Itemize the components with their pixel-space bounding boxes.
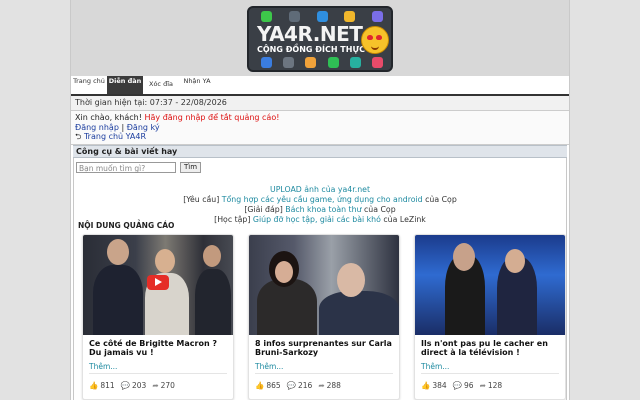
app-grid-icon	[261, 11, 272, 22]
ad-cards: Ce côté de Brigitte Macron ? Du jamais v…	[82, 233, 566, 400]
ad-card[interactable]: 8 infos surprenantes sur Carla Bruni-Sar…	[248, 233, 400, 400]
music-icon	[261, 57, 272, 68]
ad-stats: 👍 865 💬 216 ➦ 288	[255, 380, 341, 390]
nav-item-home[interactable]: Trang chủ	[71, 76, 107, 94]
ad-stats: 👍 384 💬 96 ➦ 128	[421, 380, 503, 390]
nav-item-xoc-dia[interactable]: Xóc đĩa	[143, 76, 179, 94]
phone-icon	[327, 57, 339, 68]
home-arrow-icon: ⮌	[75, 132, 82, 141]
ad-card[interactable]: Ce côté de Brigitte Macron ? Du jamais v…	[82, 233, 234, 400]
login-link[interactable]: Đăng nhập	[75, 123, 119, 132]
like-icon: 👍	[89, 380, 99, 390]
share-icon	[349, 57, 361, 68]
ad-title[interactable]: Ils n'ont pas pu le cacher en direct à l…	[421, 339, 559, 357]
ad-title[interactable]: Ce côté de Brigitte Macron ? Du jamais v…	[89, 339, 227, 357]
main-nav: Trang chủ Diễn đàn Xóc đĩa Nhận YA	[71, 76, 569, 96]
current-time: Thời gian hiện tại: 07:37 - 22/08/2026	[71, 96, 569, 111]
search-form: Bạn muốn tìm gì? Tìm	[76, 161, 202, 173]
request-link[interactable]: Tổng hợp các yêu cầu game, ứng dụng cho …	[222, 195, 423, 204]
section-title: Công cụ & bài viết hay	[73, 144, 567, 158]
camera-icon	[288, 11, 300, 22]
ad-more-link[interactable]: Thêm...	[89, 362, 117, 371]
link-author: của Cọp	[425, 194, 457, 204]
search-button[interactable]: Tìm	[180, 161, 202, 173]
ads-heading: NỘI DUNG QUẢNG CÁO	[78, 220, 175, 230]
ad-more-link[interactable]: Thêm...	[421, 362, 449, 371]
cloud-icon	[316, 11, 328, 22]
share-arrow-icon: ➦	[479, 380, 486, 390]
login-notice: Hãy đăng nhập để tắt quảng cáo!	[144, 113, 280, 122]
logo-subtitle: CỘNG ĐỒNG ĐÍCH THỰC	[257, 45, 366, 54]
notes-icon	[344, 11, 356, 22]
like-icon: 👍	[255, 380, 265, 390]
link-author: của LeZink	[383, 215, 426, 225]
encyclopedia-link[interactable]: Bách khoa toàn thư	[285, 205, 361, 214]
ad-card[interactable]: Ils n'ont pas pu le cacher en direct à l…	[414, 233, 566, 400]
greeting-hello: Xin chào, khách!	[75, 113, 142, 122]
upload-link[interactable]: UPLOAD ảnh của ya4r.net	[270, 185, 370, 194]
featured-links: UPLOAD ảnh của ya4r.net [Yêu cầu] Tổng h…	[74, 185, 566, 226]
greeting-box: Xin chào, khách! Hãy đăng nhập để tắt qu…	[71, 111, 569, 145]
register-link[interactable]: Đăng ký	[127, 123, 160, 132]
link-author: của Cọp	[364, 204, 396, 214]
link-separator: |	[121, 122, 125, 132]
ad-more-link[interactable]: Thêm...	[255, 362, 283, 371]
search-input[interactable]: Bạn muốn tìm gì?	[76, 161, 176, 173]
share-arrow-icon: ➦	[318, 380, 325, 390]
ad-image[interactable]	[249, 234, 399, 335]
photo-icon	[283, 57, 295, 68]
nav-item-forum[interactable]: Diễn đàn	[107, 76, 143, 94]
folder-icon	[305, 57, 317, 68]
link-prefix: [Giải đáp]	[244, 204, 283, 214]
ad-image[interactable]	[415, 234, 565, 335]
link-prefix: [Yêu cầu]	[183, 194, 220, 204]
kiss-emoji-icon	[361, 26, 389, 54]
heart-icon	[371, 57, 383, 68]
settings-icon	[372, 11, 383, 22]
ad-image[interactable]	[83, 234, 233, 335]
home-link[interactable]: Trang chủ YA4R	[84, 132, 146, 141]
link-prefix: [Học tập]	[214, 215, 251, 225]
play-icon[interactable]	[147, 274, 169, 290]
site-logo[interactable]: YA4R.NET CỘNG ĐỒNG ĐÍCH THỰC	[247, 6, 393, 72]
share-arrow-icon: ➦	[152, 380, 159, 390]
page: YA4R.NET CỘNG ĐỒNG ĐÍCH THỰC Trang chủ D…	[70, 0, 570, 400]
logo-title: YA4R.NET	[257, 22, 363, 46]
ad-title[interactable]: 8 infos surprenantes sur Carla Bruni-Sar…	[255, 339, 393, 357]
site-banner: YA4R.NET CỘNG ĐỒNG ĐÍCH THỰC	[71, 0, 569, 76]
tools-section: Bạn muốn tìm gì? Tìm UPLOAD ảnh của ya4r…	[73, 157, 567, 400]
comment-icon: 💬	[120, 380, 131, 390]
comment-icon: 💬	[452, 380, 463, 390]
comment-icon: 💬	[286, 380, 297, 390]
study-help-link[interactable]: Giúp đỡ học tập, giải các bài khó	[253, 215, 381, 224]
nav-item-nhan-ya[interactable]: Nhận YA	[179, 76, 215, 94]
ad-stats: 👍 811 💬 203 ➦ 270	[89, 380, 175, 390]
like-icon: 👍	[421, 380, 431, 390]
